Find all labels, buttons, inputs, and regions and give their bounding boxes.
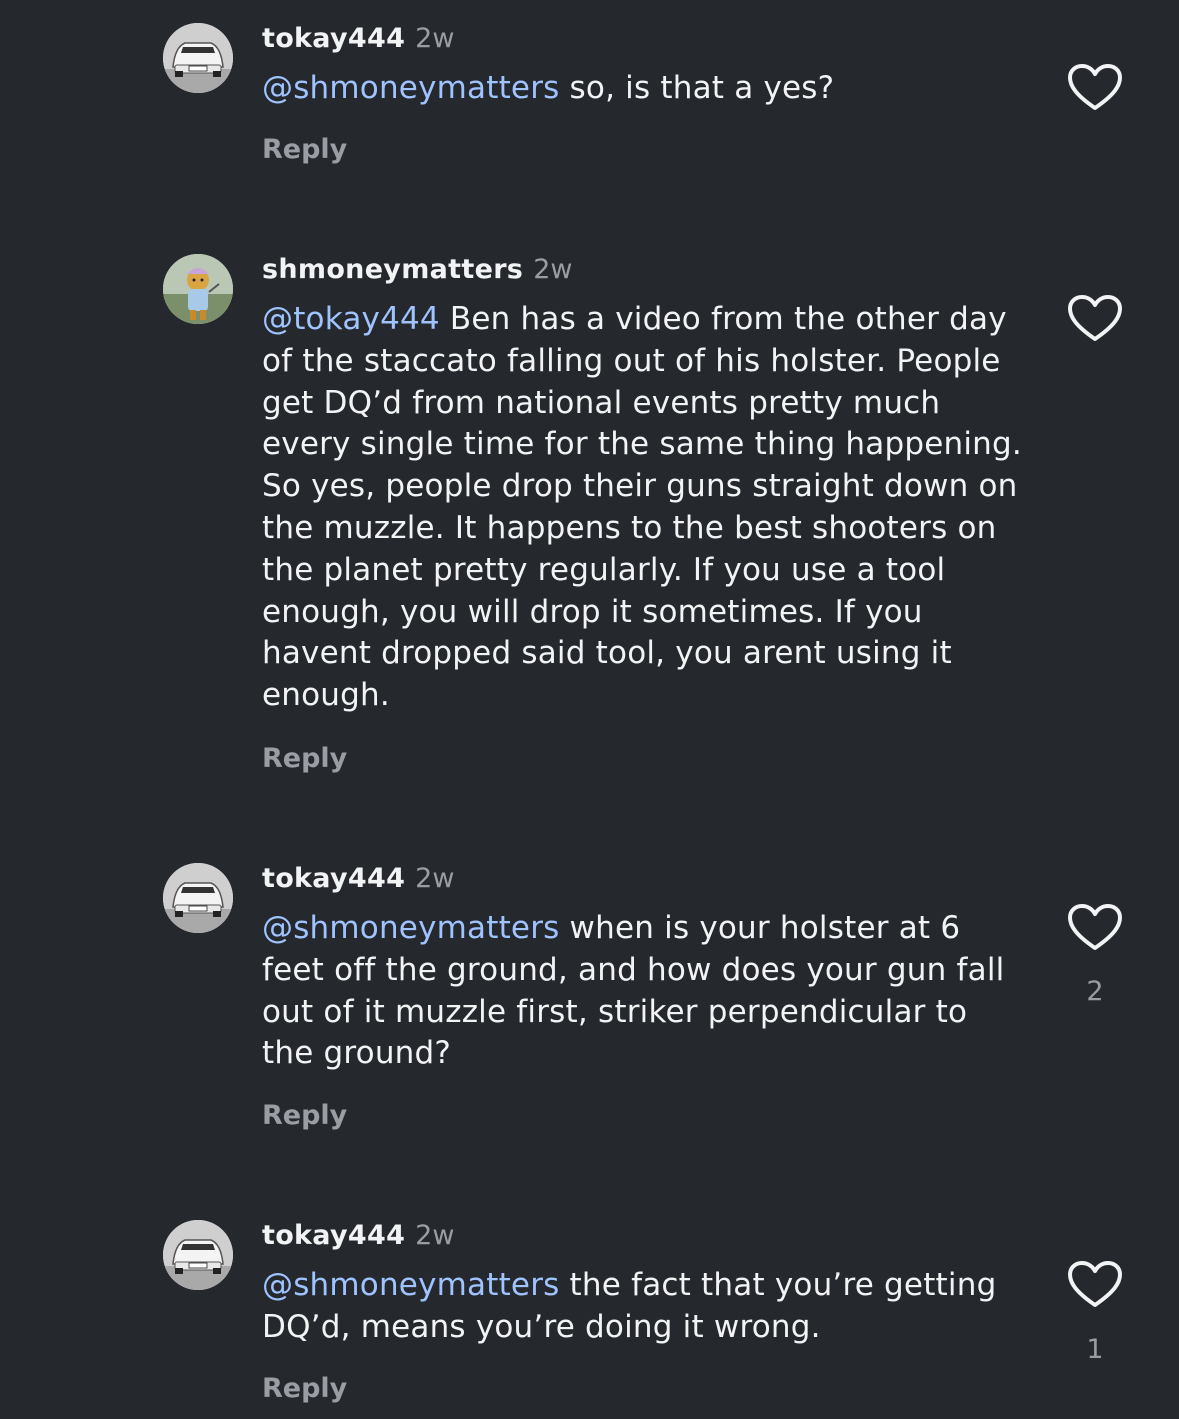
username[interactable]: tokay444 [262,1220,405,1251]
username[interactable]: shmoneymatters [262,254,523,285]
comment-body: so, is that a yes? [559,70,835,106]
mention-link[interactable]: @tokay444 [262,301,440,337]
car-avatar[interactable] [163,863,233,933]
username[interactable]: tokay444 [262,23,405,54]
comment-body: Ben has a video from the other day of th… [262,301,1022,714]
like-count: 2 [1086,976,1104,1007]
car-avatar[interactable] [163,1220,233,1290]
reply-button[interactable]: Reply [262,133,347,167]
comment-text: @shmoneymatters the fact that you’re get… [262,1265,1022,1349]
mention-link[interactable]: @shmoneymatters [262,910,560,946]
comment-header: shmoneymatters 2w [262,253,572,287]
comment-header: tokay444 2w [262,22,454,56]
heart-outline-icon[interactable] [1066,293,1124,345]
reply-button[interactable]: Reply [262,1372,347,1406]
mention-link[interactable]: @shmoneymatters [262,1267,560,1303]
cartoon-bear-avatar[interactable] [163,254,233,324]
username[interactable]: tokay444 [262,863,405,894]
comment-header: tokay444 2w [262,862,454,896]
reply-button[interactable]: Reply [262,742,347,776]
timestamp: 2w [415,1220,455,1251]
heart-outline-icon[interactable] [1066,1259,1124,1311]
comment-text: @tokay444 Ben has a video from the other… [262,299,1022,717]
mention-link[interactable]: @shmoneymatters [262,70,560,106]
timestamp: 2w [415,23,455,54]
like-count: 1 [1086,1334,1104,1365]
timestamp: 2w [533,254,573,285]
heart-outline-icon[interactable] [1066,62,1124,114]
comment-text: @shmoneymatters when is your holster at … [262,908,1022,1075]
car-avatar[interactable] [163,23,233,93]
heart-outline-icon[interactable] [1066,902,1124,954]
timestamp: 2w [415,863,455,894]
comment-text: @shmoneymatters so, is that a yes? [262,68,1022,110]
reply-button[interactable]: Reply [262,1099,347,1133]
comment-header: tokay444 2w [262,1219,454,1253]
